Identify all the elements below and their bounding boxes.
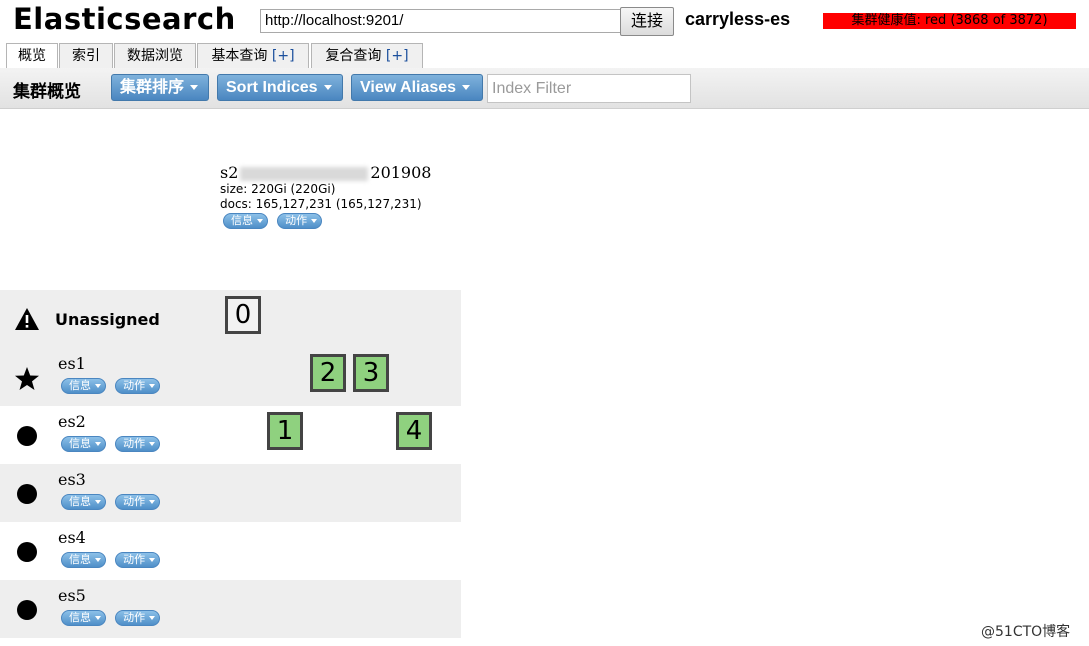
node-action-button[interactable]: 动作 <box>115 552 161 568</box>
node-action-button[interactable]: 动作 <box>115 610 161 626</box>
shard-box[interactable]: 3 <box>353 354 389 392</box>
tab-label: 复合查询 <box>325 48 382 64</box>
node-row-es1: es1 信息 动作 2 3 <box>0 348 461 406</box>
node-action-button[interactable]: 动作 <box>115 436 161 452</box>
cluster-name: carryless-es <box>685 9 791 29</box>
index-action-button[interactable]: 动作 <box>277 213 323 229</box>
tab-plus[interactable]: [+] <box>386 48 409 64</box>
dot-icon <box>17 426 37 446</box>
node-row-es3: es3 信息 动作 <box>0 464 461 522</box>
redacted-text <box>240 166 369 181</box>
node-name: es4 <box>58 528 86 547</box>
sort-indices-button[interactable]: Sort Indices <box>217 74 343 101</box>
tab-label: 概览 <box>18 48 46 64</box>
index-name-suffix: 201908 <box>370 163 432 182</box>
view-aliases-button[interactable]: View Aliases <box>351 74 483 101</box>
node-row-es5: es5 信息 动作 <box>0 580 461 638</box>
chevron-down-icon <box>149 384 156 388</box>
pill-label: 动作 <box>123 495 146 508</box>
tab-label: 索引 <box>72 48 100 64</box>
node-info-button[interactable]: 信息 <box>61 610 106 626</box>
pill-label: 信息 <box>69 553 91 566</box>
dot-icon <box>17 542 37 562</box>
unassigned-row: Unassigned 0 <box>0 290 461 348</box>
unassigned-label: Unassigned <box>55 310 160 329</box>
shard-box[interactable]: 4 <box>396 412 432 450</box>
node-action-button[interactable]: 动作 <box>115 494 161 510</box>
tab-basic-query[interactable]: 基本查询 [+] <box>197 43 309 68</box>
dot-icon <box>17 600 37 620</box>
toolbar: 集群概览 集群排序 Sort Indices View Aliases Inde… <box>0 68 1089 109</box>
watermark: @51CTO博客 <box>981 624 1071 640</box>
tab-plus[interactable]: [+] <box>272 48 295 64</box>
pill-label: 信息 <box>69 379 91 392</box>
chevron-down-icon <box>95 558 101 562</box>
tab-bar: 概览 索引 数据浏览 基本查询 [+] 复合查询 [+] <box>0 42 1089 69</box>
chevron-down-icon <box>149 500 156 504</box>
chevron-down-icon <box>190 85 199 91</box>
node-row-es4: es4 信息 动作 <box>0 522 461 580</box>
node-name: es1 <box>58 354 86 373</box>
pill-label: 信息 <box>69 495 91 508</box>
node-row-es2: es2 信息 动作 1 4 <box>0 406 461 464</box>
chevron-down-icon <box>95 616 101 620</box>
chevron-down-icon <box>311 219 318 223</box>
star-icon <box>15 367 39 390</box>
index-name-prefix: s2 <box>220 163 239 182</box>
node-info-button[interactable]: 信息 <box>61 378 106 394</box>
node-name: es3 <box>58 470 86 489</box>
app-title: Elasticsearch <box>13 2 236 36</box>
index-name: s2 201908 <box>220 163 460 182</box>
page-title: 集群概览 <box>13 82 81 102</box>
cluster-health-badge: 集群健康值: red (3868 of 3872) <box>823 13 1076 29</box>
shard-box[interactable]: 1 <box>267 412 303 450</box>
button-label: View Aliases <box>360 79 457 96</box>
unassigned-shard[interactable]: 0 <box>225 296 261 334</box>
index-header: s2 201908 size: 220Gi (220Gi) docs: 165,1… <box>220 163 460 232</box>
node-info-button[interactable]: 信息 <box>61 552 106 568</box>
pill-label: 动作 <box>123 553 146 566</box>
chevron-down-icon <box>95 384 101 388</box>
shard-box[interactable]: 2 <box>310 354 346 392</box>
pill-label: 信息 <box>69 611 91 624</box>
index-filter-input[interactable]: Index Filter <box>487 74 691 103</box>
sort-cluster-button[interactable]: 集群排序 <box>111 74 209 101</box>
pill-label: 信息 <box>69 437 91 450</box>
button-label: Sort Indices <box>226 79 318 96</box>
tab-overview[interactable]: 概览 <box>6 43 58 69</box>
tab-label: 基本查询 <box>211 48 268 64</box>
tab-compound-query[interactable]: 复合查询 [+] <box>311 43 423 68</box>
chevron-down-icon <box>462 85 471 91</box>
connect-button[interactable]: 连接 <box>620 7 674 36</box>
node-name: es5 <box>58 586 86 605</box>
tab-label: 数据浏览 <box>127 48 183 64</box>
pill-label: 动作 <box>285 214 308 227</box>
index-docs: docs: 165,127,231 (165,127,231) <box>220 197 422 211</box>
index-size: size: 220Gi (220Gi) <box>220 182 336 196</box>
index-info-button[interactable]: 信息 <box>223 213 268 229</box>
node-info-button[interactable]: 信息 <box>61 494 106 510</box>
button-label: 集群排序 <box>120 79 185 96</box>
node-info-button[interactable]: 信息 <box>61 436 106 452</box>
pill-label: 动作 <box>123 437 146 450</box>
chevron-down-icon <box>95 500 101 504</box>
chevron-down-icon <box>323 85 332 91</box>
chevron-down-icon <box>149 442 156 446</box>
pill-label: 动作 <box>123 379 146 392</box>
warning-icon <box>15 308 39 330</box>
node-name: es2 <box>58 412 86 431</box>
chevron-down-icon <box>257 219 263 223</box>
node-action-button[interactable]: 动作 <box>115 378 161 394</box>
url-input[interactable]: http://localhost:9201/ <box>260 9 622 33</box>
chevron-down-icon <box>149 558 156 562</box>
chevron-down-icon <box>95 442 101 446</box>
chevron-down-icon <box>149 616 156 620</box>
header: Elasticsearch http://localhost:9201/ 连接 … <box>0 0 1089 42</box>
tab-browser[interactable]: 数据浏览 <box>114 43 196 68</box>
pill-label: 信息 <box>231 214 253 227</box>
tab-indices[interactable]: 索引 <box>59 43 113 68</box>
pill-label: 动作 <box>123 611 146 624</box>
dot-icon <box>17 484 37 504</box>
